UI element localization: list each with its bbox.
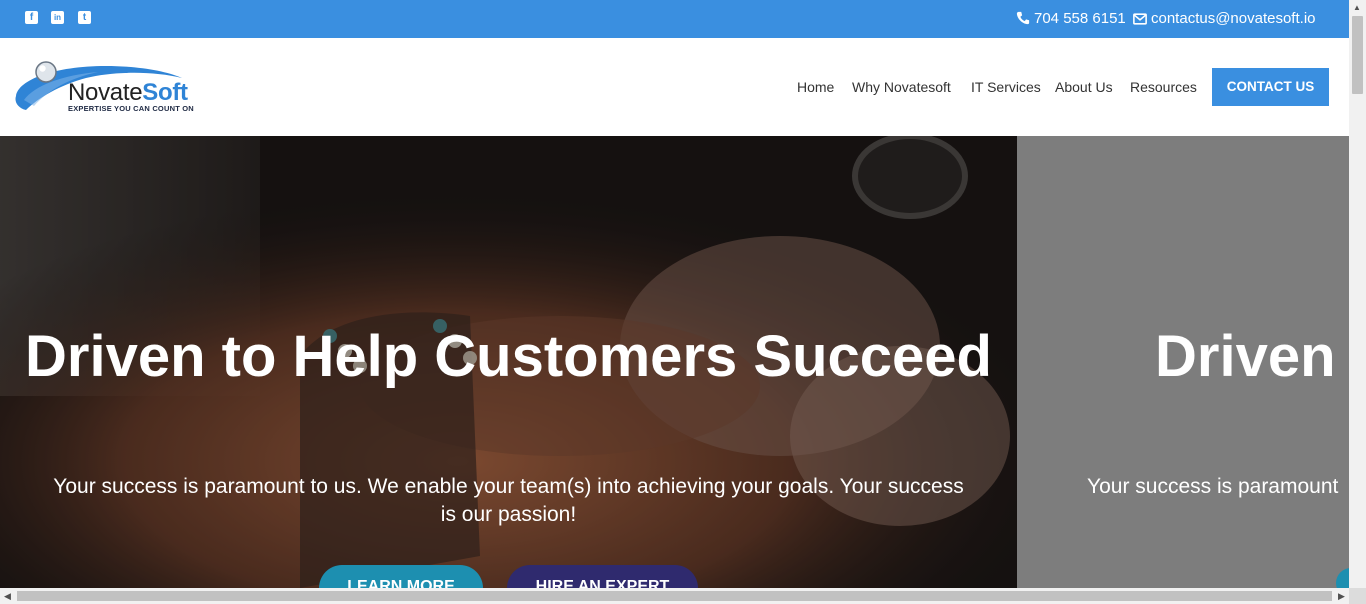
site-header: NovateSoft EXPERTISE YOU CAN COUNT ON Ho… (0, 38, 1349, 136)
scroll-left-arrow-icon[interactable]: ◀ (4, 591, 11, 601)
logo[interactable]: NovateSoft EXPERTISE YOU CAN COUNT ON (14, 60, 214, 118)
nav-why-novatesoft[interactable]: Why Novatesoft (852, 78, 951, 96)
learn-more-button[interactable]: LEARN MORE (319, 565, 483, 588)
vertical-scroll-thumb[interactable] (1352, 16, 1363, 94)
logo-tagline: EXPERTISE YOU CAN COUNT ON (68, 104, 194, 113)
twitter-icon[interactable]: t (78, 11, 91, 24)
nav-about-us[interactable]: About Us (1055, 78, 1113, 96)
hire-an-expert-button[interactable]: HIRE AN EXPERT (507, 565, 698, 588)
nav-resources[interactable]: Resources (1130, 78, 1197, 96)
logo-wordmark: NovateSoft (68, 79, 188, 106)
hero-subtitle: Your success is paramount to us. We enab… (53, 475, 964, 526)
linkedin-icon[interactable]: in (51, 11, 64, 24)
phone-icon (1016, 11, 1030, 25)
scrollbar-corner (1349, 588, 1366, 604)
scroll-up-arrow-icon[interactable]: ▲ (1353, 3, 1361, 13)
facebook-icon[interactable]: f (25, 11, 38, 24)
email-address: contactus@novatesoft.io (1151, 10, 1316, 27)
nav-it-services[interactable]: IT Services (971, 78, 1041, 96)
phone-number: 704 558 6151 (1034, 10, 1126, 27)
contact-us-button[interactable]: CONTACT US (1212, 68, 1329, 106)
horizontal-scrollbar[interactable]: ◀ ▶ (0, 588, 1366, 604)
phone-link[interactable]: 704 558 6151 (1016, 10, 1126, 28)
hero-title: Driven to Help Customers Succeed (25, 324, 992, 389)
nav-home[interactable]: Home (797, 78, 834, 96)
vertical-scrollbar[interactable]: ▲ (1349, 0, 1366, 588)
next-hero-slide: Driven Your success is paramount (1017, 136, 1349, 588)
next-slide-subtitle: Your success is paramount (1087, 475, 1339, 498)
email-link[interactable]: contactus@novatesoft.io (1133, 10, 1316, 28)
horizontal-scroll-thumb[interactable] (17, 591, 1332, 601)
hero-slide: Driven to Help Customers Succeed Your su… (0, 136, 1017, 588)
scroll-right-arrow-icon[interactable]: ▶ (1338, 591, 1345, 601)
top-bar: f in t 704 558 6151 contactus@novatesoft… (0, 0, 1349, 38)
envelope-icon (1133, 13, 1147, 25)
next-slide-title: Driven (1155, 324, 1336, 389)
next-slide-button[interactable] (1336, 568, 1349, 588)
